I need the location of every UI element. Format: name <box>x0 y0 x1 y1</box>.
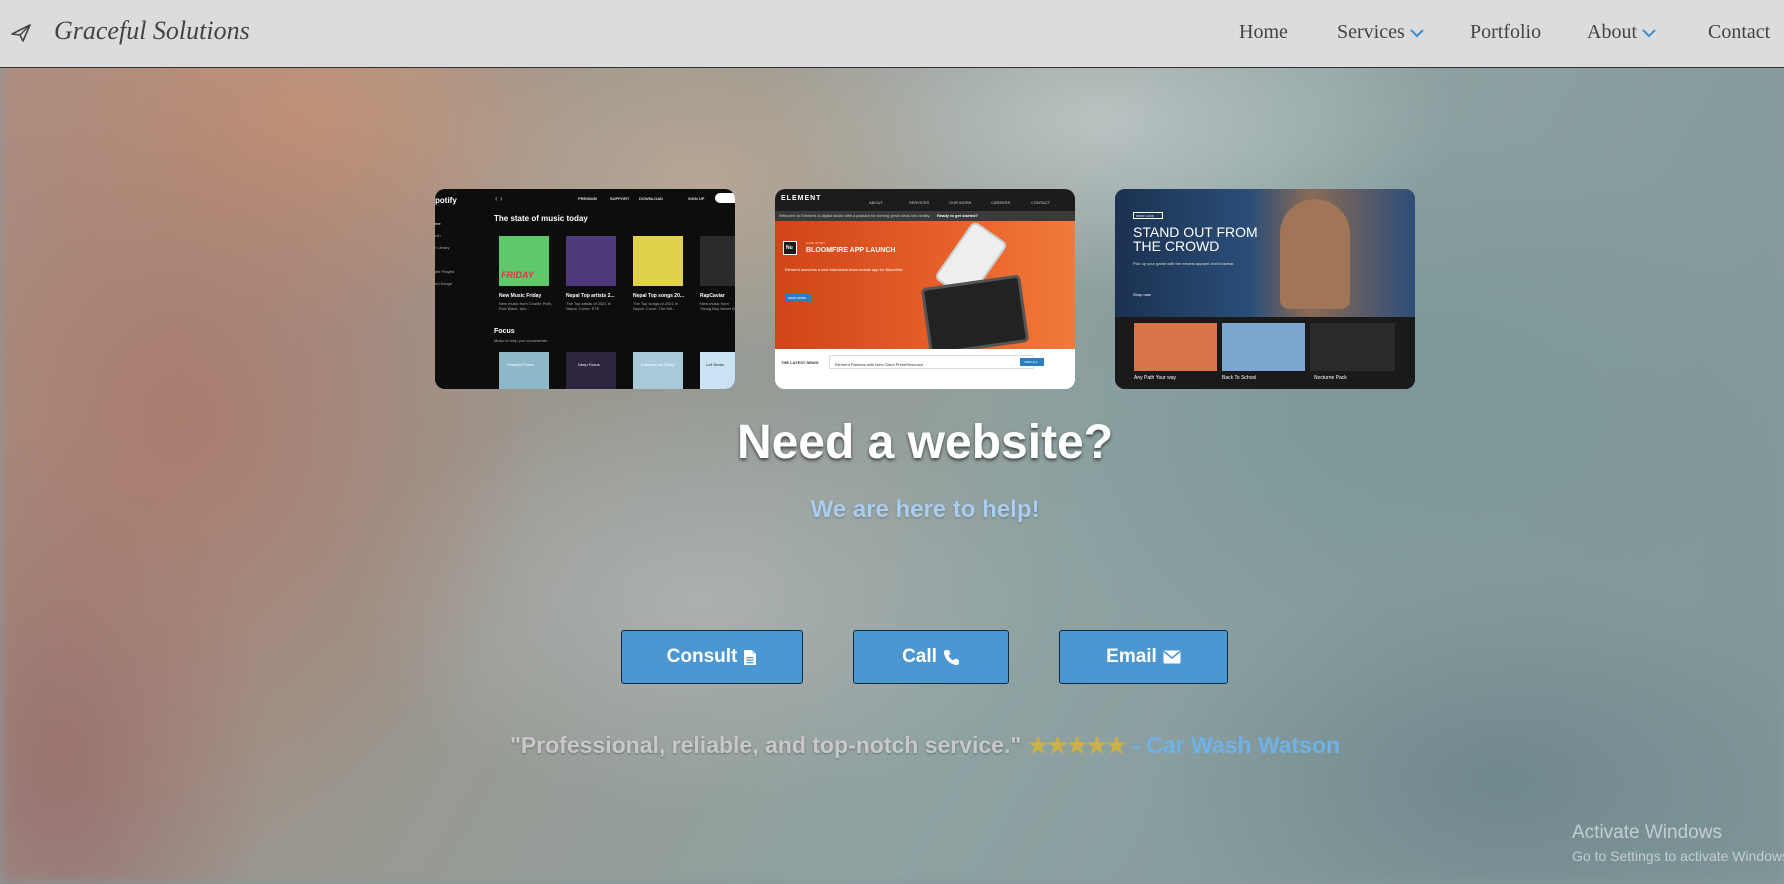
spotify-card-sub: The Top artists of 2021 in Nepal. Cover:… <box>566 301 611 311</box>
nav-about-label: About <box>1587 21 1637 43</box>
rating-stars: ★★★★★ <box>1027 732 1127 758</box>
spotify-nav-download: DOWNLOAD <box>639 196 663 201</box>
spotify-login-pill <box>715 193 735 203</box>
spotify-card-title: New Music Friday <box>499 293 542 299</box>
spotify-card-title: RapCaviar <box>700 293 725 299</box>
portfolio-thumb-sports[interactable]: FIRST LOOK STAND OUT FROM THE CROWD Pick… <box>1115 189 1415 389</box>
element-heading: BLOOMFIRE APP LAUNCH <box>806 247 896 254</box>
spotify-focus-card: Lofi Beats <box>700 352 735 389</box>
nav-contact[interactable]: Contact <box>1708 21 1770 44</box>
spotify-focus-sub: Music to help you concentrate. <box>494 338 549 343</box>
spotify-card-art <box>633 236 683 286</box>
spotify-heading: The state of music today <box>494 214 588 223</box>
spotify-card-sub: New music from Charlie Puth, Rod Wave, t… <box>499 301 552 311</box>
sports-heading: STAND OUT FROM THE CROWD <box>1133 224 1258 254</box>
spotify-card-art: FRIDAY <box>499 236 549 286</box>
navbar: Graceful Solutions Home Services Portfol… <box>0 0 1784 68</box>
nav-home[interactable]: Home <box>1239 21 1288 44</box>
watermark-title: Activate Windows <box>1572 822 1722 843</box>
chevron-down-icon <box>1410 29 1424 38</box>
envelope-icon <box>1163 650 1181 664</box>
product-image <box>1310 323 1395 371</box>
testimonial: "Professional, reliable, and top-notch s… <box>0 732 1784 759</box>
spotify-nav-premium: PREMIUM <box>578 196 597 201</box>
element-badge: Nu <box>783 241 797 255</box>
hero-subtitle: We are here to help! <box>810 496 1040 523</box>
spotify-focus-heading: Focus <box>494 328 515 335</box>
spotify-sidebar: me rch r Library ate Playlist ed Songs <box>435 221 455 286</box>
element-hero: Nu CASE STUDY BLOOMFIRE APP LAUNCH Eleme… <box>775 220 1075 356</box>
sports-tag: FIRST LOOK <box>1133 212 1163 219</box>
spotify-nav-signup: SIGN UP <box>688 196 705 201</box>
element-read-more-button: READ MORE <box>785 294 811 302</box>
nav-contact-label: Contact <box>1708 21 1771 43</box>
nav-portfolio-label: Portfolio <box>1470 21 1542 43</box>
paper-plane-icon[interactable] <box>10 22 32 44</box>
spotify-card-title: Nepal Top songs 20... <box>633 293 685 299</box>
spotify-arrows: ‹ › <box>495 194 503 203</box>
nav-home-label: Home <box>1239 21 1288 43</box>
testimonial-quote: "Professional, reliable, and top-notch s… <box>509 732 1022 758</box>
nav-services[interactable]: Services <box>1337 21 1425 44</box>
portfolio-thumb-spotify[interactable]: potify ‹ › PREMIUM SUPPORT DOWNLOAD SIGN… <box>435 189 735 389</box>
consult-button[interactable]: Consult <box>621 630 803 684</box>
hero-title: Need a website? <box>736 416 1114 469</box>
spotify-card-title: Nepal Top artists 2... <box>566 293 615 299</box>
spotify-card-sub: The Top songs of 2021 in Nepal. Cover: T… <box>633 301 678 311</box>
product-image <box>1134 323 1217 371</box>
element-news-bar: THE LATEST NEWS Element Partners with Ne… <box>775 349 1075 389</box>
watermark-subtitle: Go to Settings to activate Windows. <box>1572 848 1784 864</box>
spotify-nav-support: SUPPORT <box>610 196 630 201</box>
call-button[interactable]: Call <box>853 630 1009 684</box>
nav-services-label: Services <box>1337 21 1405 43</box>
spotify-card-sub: New music from Young Boy Never B... <box>700 301 735 311</box>
element-header: ELEMENT ABOUT SERVICES OUR WORK CAREERS … <box>775 189 1075 211</box>
athlete-figure <box>1280 199 1350 309</box>
spotify-focus-card: Instrumental Study <box>633 352 683 389</box>
nav-portfolio[interactable]: Portfolio <box>1470 21 1541 44</box>
sports-shop-link: Shop now <box>1133 292 1151 297</box>
spotify-focus-card: Deep Focus <box>566 352 616 389</box>
consult-button-label: Consult <box>666 646 738 667</box>
phone-icon <box>943 649 959 665</box>
element-tablet-mockup <box>920 274 1030 356</box>
portfolio-thumb-element[interactable]: ELEMENT ABOUT SERVICES OUR WORK CAREERS … <box>775 189 1075 389</box>
element-banner: Welcome to Element. A digital studio wit… <box>775 211 1075 221</box>
testimonial-author: Car Wash Watson <box>1146 732 1341 758</box>
spotify-card-art <box>700 236 735 286</box>
call-button-label: Call <box>902 646 937 667</box>
element-view-all-button: VIEW ALL <box>1020 358 1044 366</box>
chevron-down-icon <box>1642 29 1656 38</box>
nav-about[interactable]: About <box>1587 21 1657 44</box>
product-image <box>1222 323 1305 371</box>
file-icon <box>744 649 757 665</box>
spotify-card-art <box>566 236 616 286</box>
sports-product-row: Any Path Your way Back To School Nocturn… <box>1115 317 1415 389</box>
element-logo: ELEMENT <box>781 195 822 202</box>
brand-logo[interactable]: Graceful Solutions <box>54 16 250 46</box>
spotify-logo: potify <box>435 196 457 205</box>
email-button[interactable]: Email <box>1059 630 1228 684</box>
testimonial-separator: - <box>1125 732 1147 758</box>
spotify-focus-card: Peaceful Piano <box>499 352 549 389</box>
activate-windows-watermark: Activate Windows Go to Settings to activ… <box>1572 822 1784 864</box>
email-button-label: Email <box>1106 646 1157 667</box>
